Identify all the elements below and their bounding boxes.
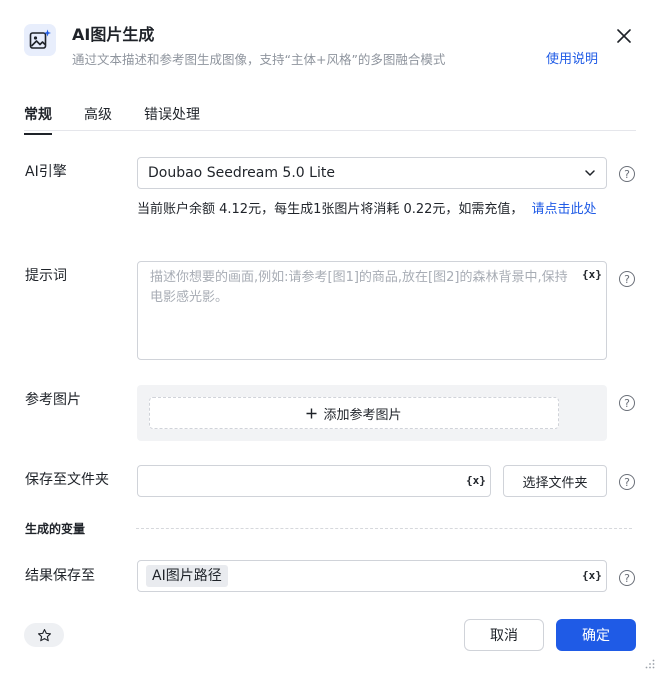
- reference-help-icon[interactable]: ?: [619, 395, 635, 411]
- plus-icon: [306, 408, 317, 418]
- result-variable-tag: AI图片路径: [146, 565, 228, 587]
- folder-input[interactable]: [137, 465, 491, 497]
- tab-divider: [24, 130, 636, 131]
- folder-variable-button[interactable]: {x}: [466, 474, 486, 487]
- balance-text: 当前账户余额 4.12元，每生成1张图片将消耗 0.22元，如需充值，: [137, 202, 524, 217]
- result-variable-button[interactable]: {x}: [582, 569, 602, 582]
- choose-folder-button[interactable]: 选择文件夹: [503, 465, 607, 497]
- star-icon: [37, 628, 51, 641]
- engine-help-icon[interactable]: ?: [619, 166, 635, 182]
- generated-variables-title: 生成的变量: [25, 522, 86, 536]
- dialog-subtitle: 通过文本描述和参考图生成图像，支持“主体+风格”的多图融合模式: [72, 52, 446, 67]
- add-reference-button[interactable]: 添加参考图片: [149, 397, 559, 429]
- engine-select-value: Doubao Seedream 5.0 Lite: [148, 165, 335, 181]
- recharge-link[interactable]: 请点击此处: [531, 202, 596, 217]
- result-variable-input[interactable]: AI图片路径: [137, 560, 607, 592]
- balance-notice: 当前账户余额 4.12元，每生成1张图片将消耗 0.22元，如需充值， 请点击此处: [137, 201, 612, 219]
- folder-label: 保存至文件夹: [25, 472, 109, 488]
- prompt-placeholder: 描述你想要的画面,例如:请参考[图1]的商品,放在[图2]的森林背景中,保持电影…: [150, 270, 568, 305]
- resize-handle-icon[interactable]: [645, 659, 655, 669]
- confirm-button[interactable]: 确定: [556, 619, 636, 651]
- engine-select[interactable]: Doubao Seedream 5.0 Lite: [137, 157, 607, 189]
- result-help-icon[interactable]: ?: [619, 570, 635, 586]
- app-icon: [24, 24, 56, 56]
- usage-guide-link[interactable]: 使用说明: [546, 51, 598, 69]
- prompt-label: 提示词: [25, 268, 67, 284]
- dialog-title: AI图片生成: [72, 25, 155, 44]
- add-reference-label: 添加参考图片: [323, 407, 402, 423]
- prompt-help-icon[interactable]: ?: [619, 271, 635, 287]
- cancel-button[interactable]: 取消: [464, 619, 544, 651]
- close-button[interactable]: [614, 26, 634, 46]
- chevron-down-icon: [585, 170, 595, 176]
- result-label: 结果保存至: [25, 568, 95, 584]
- engine-label: AI引擎: [25, 164, 67, 180]
- section-divider: [136, 528, 632, 529]
- favorite-button[interactable]: [24, 623, 64, 647]
- close-icon: [617, 29, 631, 43]
- image-sparkle-icon: [29, 29, 51, 49]
- folder-help-icon[interactable]: ?: [619, 474, 635, 490]
- prompt-textarea[interactable]: 描述你想要的画面,例如:请参考[图1]的商品,放在[图2]的森林背景中,保持电影…: [137, 261, 607, 360]
- reference-label: 参考图片: [25, 392, 81, 408]
- prompt-variable-button[interactable]: {x}: [582, 268, 602, 281]
